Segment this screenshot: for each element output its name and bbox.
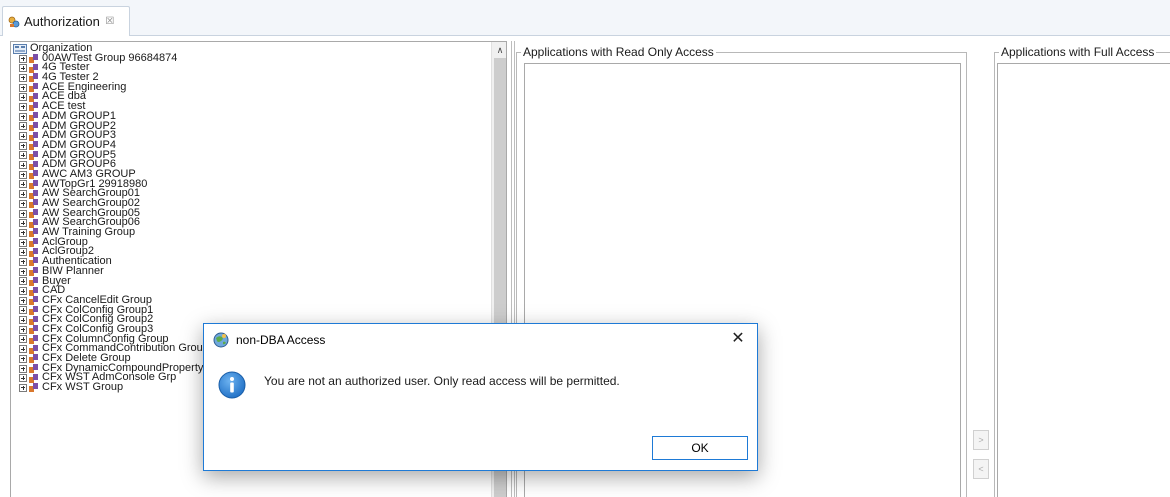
group-icon: [29, 238, 38, 248]
expand-plus-icon[interactable]: [19, 93, 27, 102]
group-icon: [29, 218, 38, 228]
authorization-icon: [8, 16, 20, 27]
expand-plus-icon[interactable]: [19, 306, 27, 315]
expand-plus-icon[interactable]: [19, 180, 27, 189]
expand-plus-icon[interactable]: [19, 228, 27, 237]
tab-authorization[interactable]: Authorization ☒: [2, 6, 130, 36]
group-icon: [29, 364, 38, 374]
close-icon[interactable]: ✕: [729, 330, 747, 348]
group-icon: [29, 170, 38, 180]
group-icon: [29, 296, 38, 306]
expand-plus-icon[interactable]: [19, 112, 27, 121]
expand-plus-icon[interactable]: [19, 83, 27, 92]
remove-from-full-access-button[interactable]: <: [973, 459, 989, 479]
expand-plus-icon[interactable]: [19, 161, 27, 170]
tab-label: Authorization: [24, 14, 100, 29]
group-icon: [29, 267, 38, 277]
non-dba-access-dialog: non-DBA Access ✕ You are not an authoriz…: [203, 323, 758, 471]
expand-plus-icon[interactable]: [19, 248, 27, 257]
read-only-access-title: Applications with Read Only Access: [521, 45, 716, 59]
group-icon: [29, 276, 38, 286]
group-icon: [29, 334, 38, 344]
expand-plus-icon[interactable]: [19, 354, 27, 363]
group-icon: [29, 247, 38, 257]
group-icon: [29, 121, 38, 131]
group-icon: [29, 54, 38, 64]
ok-button[interactable]: OK: [652, 436, 748, 460]
dialog-titlebar[interactable]: non-DBA Access ✕: [204, 324, 757, 356]
expand-plus-icon[interactable]: [19, 383, 27, 392]
expand-plus-icon[interactable]: [19, 141, 27, 150]
expand-plus-icon[interactable]: [19, 170, 27, 179]
group-icon: [29, 189, 38, 199]
group-icon: [29, 325, 38, 335]
expand-plus-icon[interactable]: [19, 335, 27, 344]
expand-plus-icon[interactable]: [19, 151, 27, 160]
expand-plus-icon[interactable]: [19, 102, 27, 111]
expand-plus-icon[interactable]: [19, 54, 27, 63]
tree-item[interactable]: BIW Planner: [11, 265, 491, 277]
group-icon: [29, 83, 38, 93]
expand-plus-icon[interactable]: [19, 64, 27, 73]
editor-tab-bar: Authorization ☒: [0, 0, 1170, 36]
group-icon: [29, 373, 38, 383]
group-icon: [29, 160, 38, 170]
tab-close-icon[interactable]: ☒: [105, 16, 115, 27]
organization-icon: [13, 43, 27, 54]
expand-plus-icon[interactable]: [19, 296, 27, 305]
expand-plus-icon[interactable]: [19, 374, 27, 383]
full-access-title: Applications with Full Access: [999, 45, 1157, 59]
group-icon: [29, 228, 38, 238]
group-icon: [29, 112, 38, 122]
info-icon: [218, 371, 246, 399]
group-icon: [29, 209, 38, 219]
expand-plus-icon[interactable]: [19, 287, 27, 296]
app-globe-icon: [213, 332, 229, 348]
expand-plus-icon[interactable]: [19, 219, 27, 228]
expand-plus-icon[interactable]: [19, 267, 27, 276]
expand-plus-icon[interactable]: [19, 122, 27, 131]
expand-plus-icon[interactable]: [19, 132, 27, 141]
dialog-message: You are not an authorized user. Only rea…: [264, 374, 620, 388]
dialog-title: non-DBA Access: [236, 333, 326, 347]
group-icon: [29, 92, 38, 102]
scroll-up-arrow-icon[interactable]: ∧: [492, 42, 506, 58]
group-icon: [29, 286, 38, 296]
group-icon: [29, 102, 38, 112]
add-to-full-access-button[interactable]: >: [973, 430, 989, 450]
group-icon: [29, 73, 38, 83]
expand-plus-icon[interactable]: [19, 316, 27, 325]
tree-item[interactable]: Buyer: [11, 275, 491, 287]
group-icon: [29, 63, 38, 73]
expand-plus-icon[interactable]: [19, 364, 27, 373]
group-icon: [29, 305, 38, 315]
expand-plus-icon[interactable]: [19, 257, 27, 266]
group-icon: [29, 383, 38, 393]
expand-plus-icon[interactable]: [19, 73, 27, 82]
expand-plus-icon[interactable]: [19, 209, 27, 218]
group-icon: [29, 199, 38, 209]
tree-item-label: CFx WST Group: [42, 381, 124, 394]
full-access-group: Applications with Full Access: [994, 45, 1170, 497]
group-icon: [29, 354, 38, 364]
group-icon: [29, 131, 38, 141]
expand-plus-icon[interactable]: [19, 345, 27, 354]
expand-plus-icon[interactable]: [19, 277, 27, 286]
expand-plus-icon[interactable]: [19, 325, 27, 334]
group-icon: [29, 315, 38, 325]
full-access-list[interactable]: [997, 63, 1170, 497]
group-icon: [29, 179, 38, 189]
group-icon: [29, 150, 38, 160]
group-icon: [29, 257, 38, 267]
group-icon: [29, 344, 38, 354]
group-icon: [29, 141, 38, 151]
expand-plus-icon[interactable]: [19, 190, 27, 199]
expand-plus-icon[interactable]: [19, 199, 27, 208]
expand-plus-icon[interactable]: [19, 238, 27, 247]
